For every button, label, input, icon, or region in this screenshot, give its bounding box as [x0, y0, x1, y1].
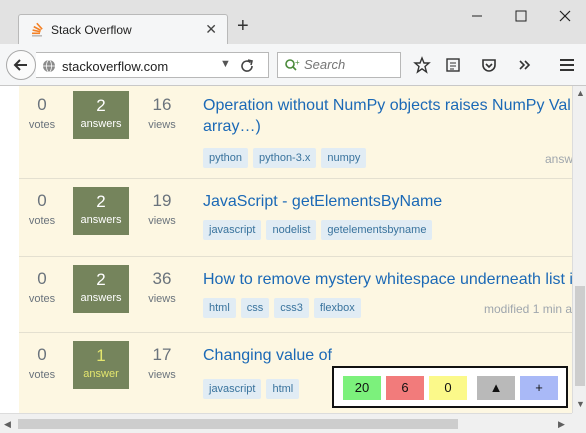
question-list: 0 votes 2 answers 16 views Operation withou…	[19, 86, 572, 413]
scroll-right-icon[interactable]: ▶	[558, 419, 565, 430]
tab-title: Stack Overflow	[51, 23, 132, 37]
title-bar: Stack Overflow ✕ +	[0, 0, 586, 44]
new-tab-button[interactable]: +	[237, 16, 249, 36]
question-title-link[interactable]: How to remove mystery whitespace underne…	[203, 269, 572, 290]
vote-count: 0 votes	[28, 345, 56, 381]
counter-widget: 20 6 0 ▲ +	[332, 366, 568, 408]
tag[interactable]: javascript	[203, 379, 262, 399]
view-count: 36 views	[148, 269, 176, 305]
tag[interactable]: css	[240, 298, 270, 318]
dropdown-icon[interactable]: ▼	[220, 58, 231, 70]
tag[interactable]: html	[266, 379, 300, 399]
scrollbar-corner	[572, 413, 586, 433]
tag-list: python python-3.x numpy	[203, 148, 371, 168]
view-count: 17 views	[148, 345, 176, 381]
question-title-link[interactable]: JavaScript - getElementsByName	[203, 191, 572, 212]
vertical-scrollbar[interactable]: ▲ ▼	[572, 86, 586, 413]
question-title-link[interactable]: Operation without NumPy objects raises N…	[203, 95, 572, 137]
vertical-scroll-thumb[interactable]	[575, 286, 585, 386]
tag[interactable]: flexbox	[313, 298, 361, 318]
question-row: 0 votes 2 answers 16 views Operation withou…	[19, 86, 572, 178]
menu-icon[interactable]	[558, 56, 576, 74]
question-title-link[interactable]: Changing value of	[203, 345, 572, 366]
tag[interactable]: javascript	[203, 220, 262, 240]
stackoverflow-favicon	[32, 22, 43, 37]
question-row: 0 votes 2 answers 19 views JavaScript - get…	[19, 178, 572, 256]
navigation-bar: stackoverflow.com ▼ +	[0, 44, 586, 86]
horizontal-scrollbar[interactable]: ◀ ▶	[0, 413, 572, 433]
answer-count: 2 answers	[73, 187, 129, 235]
reload-icon[interactable]	[238, 57, 256, 75]
tag[interactable]: nodelist	[266, 220, 317, 240]
window-close-icon[interactable]	[555, 6, 575, 26]
answer-count: 2 answers	[73, 91, 129, 139]
svg-text:+: +	[295, 58, 300, 67]
tag-list: javascript html	[203, 379, 304, 399]
view-count: 16 views	[148, 95, 176, 131]
bookmark-star-icon[interactable]	[413, 56, 431, 74]
minimize-icon[interactable]	[467, 6, 487, 26]
close-icon[interactable]: ✕	[205, 21, 217, 38]
maximize-icon[interactable]	[511, 6, 531, 26]
horizontal-scroll-thumb[interactable]	[18, 419, 458, 429]
reader-view-icon[interactable]	[444, 56, 462, 74]
search-box[interactable]: +	[277, 52, 401, 78]
url-text: stackoverflow.com	[62, 59, 169, 74]
green-counter-button[interactable]: 20	[343, 376, 381, 400]
scroll-up-icon[interactable]: ▲	[576, 88, 585, 98]
tag[interactable]: python	[203, 148, 249, 168]
yellow-counter-button[interactable]: 0	[429, 376, 467, 400]
search-icon: +	[285, 58, 300, 71]
tag-list: javascript nodelist getelementsbyname	[203, 220, 437, 240]
vote-count: 0 votes	[28, 95, 56, 131]
vote-count: 0 votes	[28, 191, 56, 227]
tag[interactable]: html	[203, 298, 236, 318]
globe-icon	[43, 59, 55, 73]
answer-count: 2 answers	[73, 265, 129, 313]
tab-stack-overflow[interactable]: Stack Overflow ✕	[18, 14, 228, 44]
tag-list: html css css3 flexbox	[203, 298, 366, 318]
url-bar[interactable]: stackoverflow.com ▼	[36, 52, 269, 78]
scroll-top-button[interactable]: ▲	[477, 376, 515, 400]
add-button[interactable]: +	[520, 376, 558, 400]
vote-count: 0 votes	[28, 269, 56, 305]
page-viewport: 0 votes 2 answers 16 views Operation withou…	[0, 86, 572, 413]
question-row: 0 votes 2 answers 36 views How to remove my…	[19, 256, 572, 332]
scroll-down-icon[interactable]: ▼	[576, 399, 585, 409]
tag[interactable]: numpy	[321, 148, 367, 168]
view-count: 19 views	[148, 191, 176, 227]
tag[interactable]: python-3.x	[253, 148, 317, 168]
red-counter-button[interactable]: 6	[386, 376, 424, 400]
tag[interactable]: css3	[274, 298, 309, 318]
pocket-icon[interactable]	[480, 56, 498, 74]
back-icon	[13, 59, 27, 71]
back-button[interactable]	[6, 50, 36, 80]
question-meta: answ	[545, 152, 572, 166]
answer-count: 1 answer	[73, 341, 129, 389]
overflow-icon[interactable]	[516, 56, 534, 74]
search-input[interactable]	[304, 57, 398, 72]
scroll-left-icon[interactable]: ◀	[4, 419, 11, 430]
question-meta: modified 1 min a	[484, 302, 572, 316]
tag[interactable]: getelementsbyname	[321, 220, 433, 240]
